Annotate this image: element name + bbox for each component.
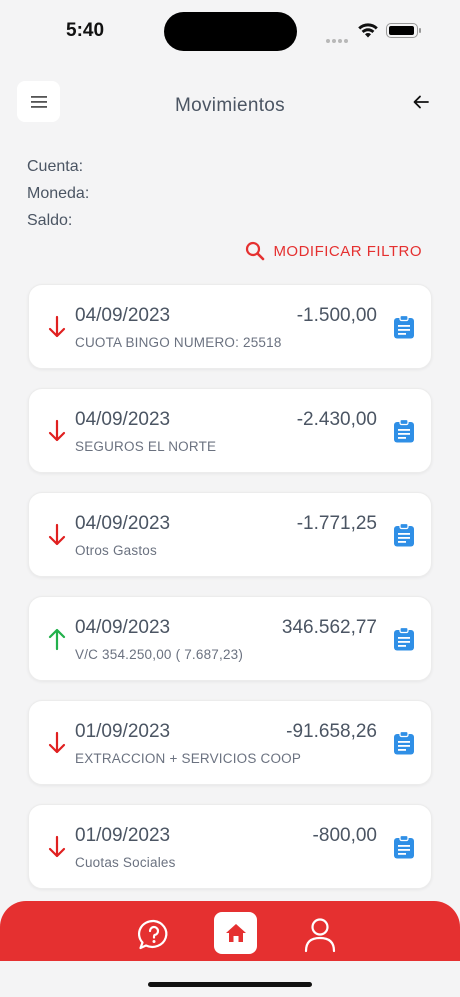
movement-description: EXTRACCION + SERVICIOS COOP [75,751,302,766]
movement-description: CUOTA BINGO NUMERO: 25518 [75,335,282,350]
clipboard-icon[interactable] [393,523,415,547]
movement-description: V/C 354.250,00 ( 7.687,23) [75,647,244,662]
clipboard-icon[interactable] [393,315,415,339]
movement-date: 01/09/2023 [75,721,171,742]
clipboard-icon[interactable] [393,731,415,755]
home-button[interactable] [214,912,257,954]
movement-date: 01/09/2023 [75,825,171,846]
movement-date: 04/09/2023 [75,513,171,534]
home-indicator-area [0,961,460,997]
arrow-down-icon [48,419,66,442]
clipboard-icon[interactable] [393,419,415,443]
clipboard-icon[interactable] [393,627,415,651]
back-button[interactable] [407,90,435,114]
arrow-down-icon [48,835,66,858]
battery-icon [386,23,421,38]
movement-description: Cuotas Sociales [75,855,176,870]
dynamic-island [164,12,297,51]
modify-filter-button[interactable]: MODIFICAR FILTRO [245,241,422,261]
status-time: 5:40 [66,20,105,41]
arrow-left-icon [413,95,429,109]
movement-amount: -1.771,25 [296,513,377,534]
cuenta-label: Cuenta: [27,158,84,175]
movement-date: 04/09/2023 [75,617,171,638]
movement-date: 04/09/2023 [75,305,171,326]
movement-card[interactable]: 01/09/2023 -800,00 Cuotas Sociales [28,804,432,889]
signal-icon [326,30,350,48]
movements-list: 04/09/2023 -1.500,00 CUOTA BINGO NUMERO:… [28,284,432,908]
movement-description: Otros Gastos [75,543,157,558]
arrow-down-icon [48,523,66,546]
movement-amount: 346.562,77 [281,617,377,638]
movement-date: 04/09/2023 [75,409,171,430]
home-indicator [148,982,312,987]
movement-amount: -91.658,26 [286,721,377,742]
arrow-down-icon [48,315,66,338]
movement-amount: -2.430,00 [296,409,377,430]
moneda-label: Moneda: [27,185,90,202]
status-bar: 5:40 [0,0,460,62]
arrow-up-icon [48,628,66,651]
movement-amount: -800,00 [312,825,377,846]
profile-icon[interactable] [303,917,337,953]
movement-description: SEGUROS EL NORTE [75,439,217,454]
home-icon [225,924,246,942]
movement-card[interactable]: 04/09/2023 346.562,77 V/C 354.250,00 ( 7… [28,596,432,681]
arrow-down-icon [48,731,66,754]
movement-card[interactable]: 04/09/2023 -2.430,00 SEGUROS EL NORTE [28,388,432,473]
modify-filter-label: MODIFICAR FILTRO [273,242,422,260]
saldo-label: Saldo: [27,212,73,229]
page-title: Movimientos [175,95,285,116]
help-chat-icon[interactable] [137,918,171,952]
account-info: Cuenta: Moneda: Saldo: [27,153,89,234]
movement-amount: -1.500,00 [296,305,377,326]
search-icon [246,241,265,261]
wifi-icon [358,23,378,38]
clipboard-icon[interactable] [393,835,415,859]
movement-card[interactable]: 01/09/2023 -91.658,26 EXTRACCION + SERVI… [28,700,432,785]
movement-card[interactable]: 04/09/2023 -1.771,25 Otros Gastos [28,492,432,577]
movement-card[interactable]: 04/09/2023 -1.500,00 CUOTA BINGO NUMERO:… [28,284,432,369]
